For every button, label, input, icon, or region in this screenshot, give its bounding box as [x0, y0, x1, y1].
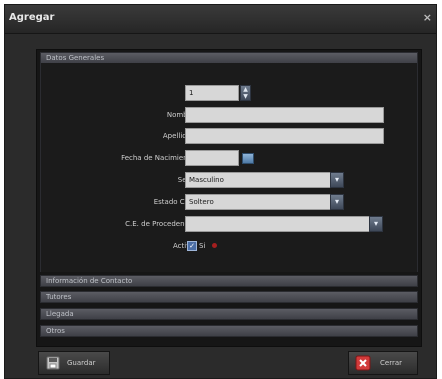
close-x-icon: [355, 355, 371, 371]
nombre-row: Nombre:: [41, 106, 419, 124]
estado-civil-select[interactable]: Soltero: [185, 194, 331, 210]
ce-procedencia-row: C.E. de Procedencia: ▾: [41, 215, 419, 233]
ce-procedencia-label: C.E. de Procedencia:: [125, 220, 197, 228]
sexo-dropdown-button[interactable]: ▾: [330, 172, 344, 188]
activo-row: Activo: ✓ Si: [41, 237, 419, 255]
ne-row: NE: 1 ▲ ▼: [41, 84, 419, 102]
ne-field[interactable]: 1: [185, 85, 239, 101]
activo-label: Activo:: [173, 242, 197, 250]
ce-procedencia-dropdown-button[interactable]: ▾: [369, 216, 383, 232]
section-otros[interactable]: Otros: [40, 325, 418, 337]
save-icon: [46, 356, 60, 370]
dialog-title: Agregar: [9, 12, 55, 23]
chevron-down-icon: ▾: [373, 219, 378, 228]
estado-civil-dropdown-button[interactable]: ▾: [330, 194, 344, 210]
required-marker: [212, 243, 217, 248]
dialog-content: Datos Generales NE: 1 ▲ ▼ Nombre: Apell: [36, 49, 422, 347]
ne-stepper[interactable]: ▲ ▼: [240, 85, 251, 101]
sexo-select[interactable]: Masculino: [185, 172, 331, 188]
activo-checkbox[interactable]: ✓: [187, 241, 197, 251]
ne-label: NE:: [77, 84, 197, 102]
fecha-nacimiento-field[interactable]: [185, 150, 239, 166]
sexo-label: Sexo:: [77, 171, 197, 189]
fecha-nacimiento-row: Fecha de Nacimiento:: [41, 149, 419, 167]
chevron-down-icon: ▾: [334, 175, 339, 184]
datos-generales-panel: NE: 1 ▲ ▼ Nombre: Apellidos:: [40, 63, 418, 272]
cerrar-button[interactable]: Cerrar: [348, 351, 418, 375]
section-tutores[interactable]: Tutores: [40, 291, 418, 303]
sexo-row: Sexo: Masculino ▾: [41, 171, 419, 189]
chevron-down-icon[interactable]: ▼: [241, 93, 250, 100]
fecha-nacimiento-label: Fecha de Nacimiento:: [121, 154, 197, 162]
section-llegada[interactable]: Llegada: [40, 308, 418, 320]
title-bar[interactable]: Agregar ×: [5, 5, 436, 34]
chevron-down-icon: ▾: [334, 197, 339, 206]
section-informacion-contacto[interactable]: Información de Contacto: [40, 275, 418, 287]
estado-civil-row: Estado Civil: Soltero ▾: [41, 193, 419, 211]
guardar-label: Guardar: [67, 359, 96, 367]
calendar-icon[interactable]: [242, 153, 254, 164]
apellidos-label: Apellidos:: [162, 132, 197, 140]
ce-procedencia-select[interactable]: [185, 216, 370, 232]
cerrar-label: Cerrar: [380, 359, 402, 367]
dialog-window: Agregar × Datos Generales NE: 1 ▲ ▼ Nomb…: [4, 4, 437, 379]
guardar-button[interactable]: Guardar: [38, 351, 110, 375]
chevron-up-icon[interactable]: ▲: [241, 86, 250, 93]
nombre-label: Nombre:: [166, 111, 197, 119]
apellidos-field[interactable]: [185, 128, 384, 144]
title-close-icon[interactable]: ×: [423, 11, 432, 24]
nombre-field[interactable]: [185, 107, 384, 123]
activo-checkbox-label: Si: [199, 242, 206, 250]
estado-civil-label: Estado Civil:: [153, 198, 197, 206]
apellidos-row: Apellidos:: [41, 127, 419, 145]
